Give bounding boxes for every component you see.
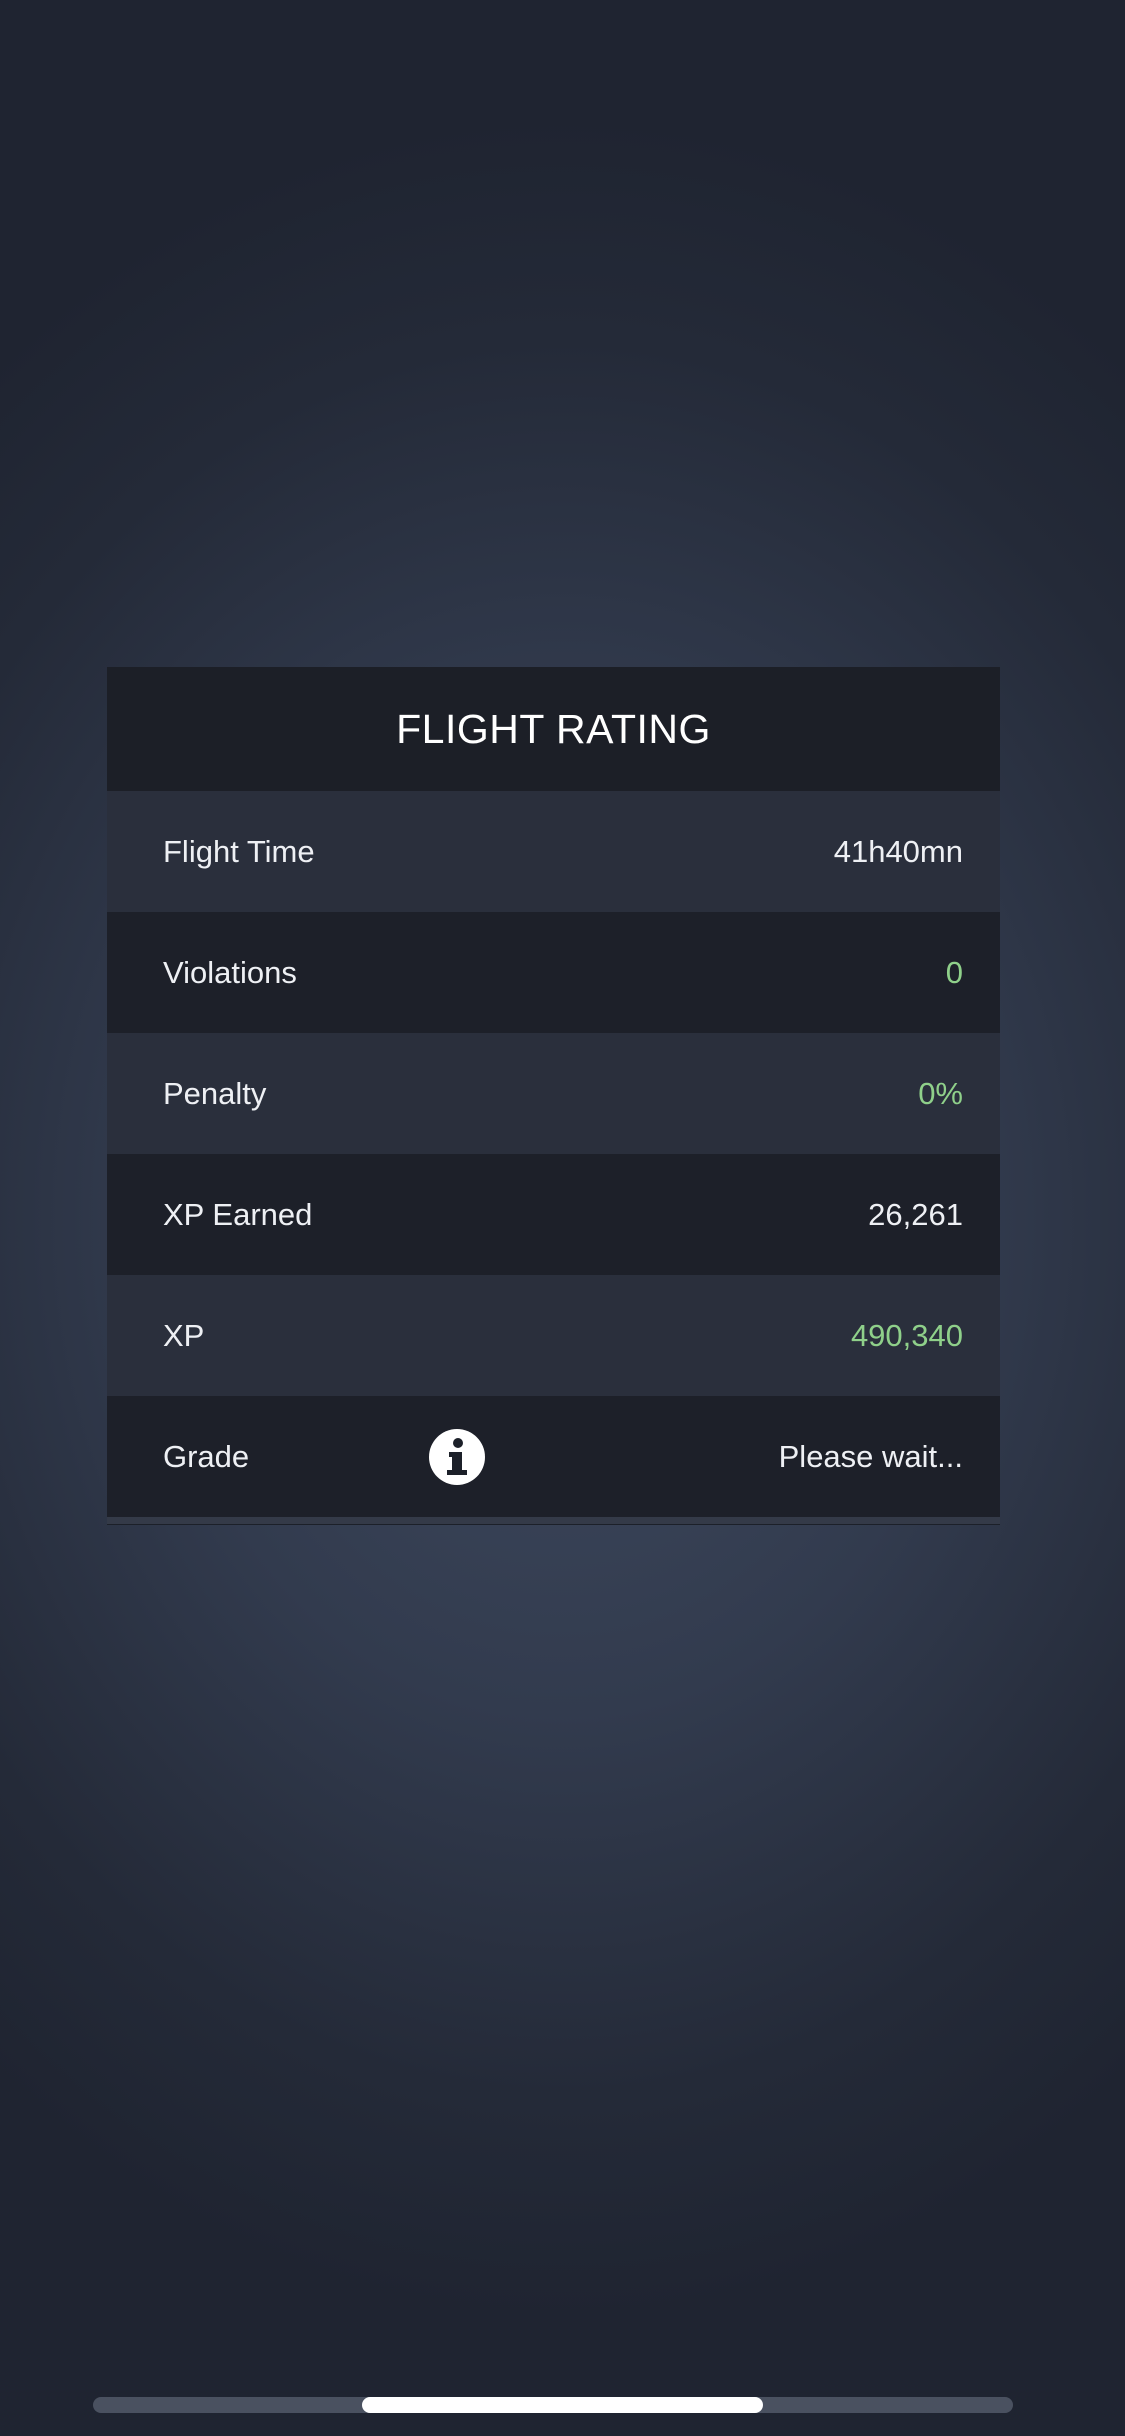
- grade-row: Grade Please wait...: [107, 1396, 1000, 1517]
- violations-value: 0: [945, 954, 963, 990]
- violations-row: Violations 0: [107, 912, 1000, 1033]
- info-icon[interactable]: [429, 1428, 485, 1485]
- dialog-title: FLIGHT RATING: [396, 705, 711, 752]
- xp-earned-value: 26,261: [868, 1196, 963, 1232]
- grade-label: Grade: [163, 1438, 250, 1474]
- dialog-bottom-edge: [107, 1517, 1000, 1524]
- flight-rating-dialog: FLIGHT RATING Flight Time 41h40mn Violat…: [107, 667, 1000, 1525]
- xp-earned-row: XP Earned 26,261: [107, 1154, 1000, 1275]
- xp-earned-label: XP Earned: [163, 1196, 313, 1232]
- flight-time-row: Flight Time 41h40mn: [107, 791, 1000, 912]
- home-indicator[interactable]: [362, 2397, 763, 2413]
- xp-row: XP 490,340: [107, 1275, 1000, 1396]
- penalty-value: 0%: [918, 1075, 963, 1111]
- violations-label: Violations: [163, 954, 297, 990]
- flight-time-label: Flight Time: [163, 833, 315, 869]
- grade-value: Please wait...: [778, 1438, 963, 1474]
- flight-time-value: 41h40mn: [833, 833, 963, 869]
- dialog-header: FLIGHT RATING: [107, 667, 1000, 791]
- penalty-label: Penalty: [163, 1075, 267, 1111]
- xp-value: 490,340: [850, 1317, 963, 1353]
- info-icon-glyph: [447, 1437, 467, 1475]
- penalty-row: Penalty 0%: [107, 1033, 1000, 1154]
- xp-label: XP: [163, 1317, 205, 1353]
